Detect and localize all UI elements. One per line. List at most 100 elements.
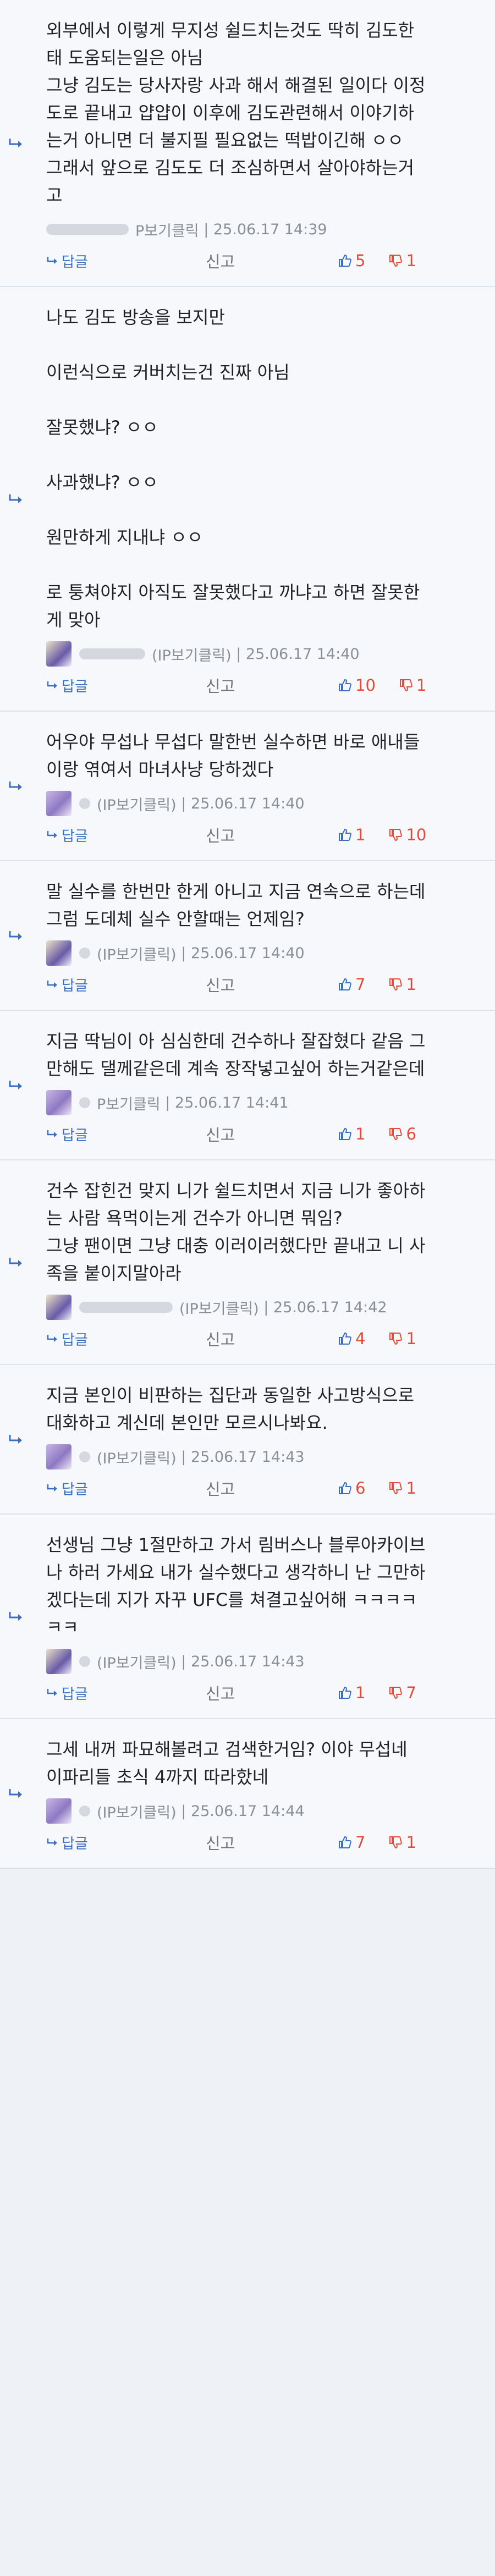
meta-separator: | <box>176 1802 191 1820</box>
meta-separator: | <box>176 944 191 962</box>
avatar[interactable] <box>46 791 72 816</box>
comment-text: 그세 내꺼 파묘해볼려고 검색한거임? 이야 무섭네 이파리들 초식 4까지 따… <box>46 1739 408 1787</box>
comment-date: 25.06.17 14:43 <box>190 1653 305 1670</box>
reply-button[interactable]: 답글 <box>46 975 206 995</box>
nickname-blurred[interactable] <box>79 1806 90 1817</box>
ip-view-link[interactable]: (IP보기클릭) <box>97 1446 177 1468</box>
comment-date: 25.06.17 14:39 <box>213 221 327 238</box>
downvote-count: 10 <box>406 825 427 844</box>
thumbs-up-icon <box>339 1836 351 1848</box>
nickname-blurred[interactable] <box>46 224 129 235</box>
comment-date: 25.06.17 14:40 <box>245 645 360 663</box>
upvote-button[interactable]: 1 <box>338 825 365 844</box>
downvote-button[interactable]: 7 <box>388 1683 416 1702</box>
comment-date: 25.06.17 14:44 <box>190 1802 305 1820</box>
reply-label: 답글 <box>62 1331 88 1348</box>
avatar[interactable] <box>46 1649 72 1674</box>
ip-view-link[interactable]: P보기클릭 <box>97 1092 161 1114</box>
report-button[interactable]: 신고 <box>206 1122 338 1146</box>
avatar[interactable] <box>46 1798 72 1824</box>
reply-button[interactable]: 답글 <box>46 825 206 845</box>
report-button[interactable]: 신고 <box>206 249 338 272</box>
nickname-blurred[interactable] <box>79 1097 90 1108</box>
downvote-button[interactable]: 1 <box>388 1479 416 1498</box>
reply-button[interactable]: 답글 <box>46 1124 206 1144</box>
reply-icon <box>47 681 57 689</box>
reply-button[interactable]: 답글 <box>46 1832 206 1853</box>
comment-actions: 답글 신고 10 1 <box>46 672 482 698</box>
upvote-button[interactable]: 5 <box>338 251 365 270</box>
ip-view-link[interactable]: (IP보기클릭) <box>152 643 232 665</box>
thumbs-up-icon <box>339 254 351 267</box>
upvote-count: 7 <box>355 1833 366 1852</box>
upvote-count: 1 <box>355 1683 366 1702</box>
downvote-button[interactable]: 1 <box>399 676 426 695</box>
comment-text: 어우야 무섭나 무섭다 말한번 실수하면 바로 애내들 이랑 엮여서 마녀사냥 … <box>46 731 420 780</box>
thumbs-up-icon <box>339 1332 351 1345</box>
report-button[interactable]: 신고 <box>206 973 338 996</box>
reply-comment: 지금 본인이 비판하는 집단과 동일한 사고방식으로 대화하고 계신데 본인만 … <box>0 1365 495 1515</box>
reply-comment: 지금 딱님이 아 심심한데 건수하나 잘잡혔다 같음 그 만해도 댈께같은데 계… <box>0 1011 495 1160</box>
avatar[interactable] <box>46 1444 72 1469</box>
avatar[interactable] <box>46 940 72 966</box>
downvote-button[interactable]: 6 <box>388 1125 416 1143</box>
reply-icon <box>47 831 57 838</box>
ip-view-link[interactable]: (IP보기클릭) <box>97 1651 177 1672</box>
reply-button[interactable]: 답글 <box>46 675 206 696</box>
nickname-blurred[interactable] <box>79 1451 90 1462</box>
nickname-blurred[interactable] <box>79 1656 90 1667</box>
thumbs-up-icon <box>339 828 351 841</box>
comment-meta: (IP보기클릭) | 25.06.17 14:40 <box>46 641 482 667</box>
downvote-button[interactable]: 1 <box>388 251 416 270</box>
ip-view-link[interactable]: (IP보기클릭) <box>97 793 177 814</box>
report-button[interactable]: 신고 <box>206 674 338 697</box>
downvote-button[interactable]: 10 <box>388 825 426 844</box>
thumbs-up-icon <box>339 1127 351 1140</box>
upvote-button[interactable]: 1 <box>338 1125 365 1143</box>
reply-icon <box>47 1130 57 1137</box>
report-button[interactable]: 신고 <box>206 1477 338 1500</box>
upvote-button[interactable]: 7 <box>338 1833 365 1852</box>
upvote-button[interactable]: 6 <box>338 1479 365 1498</box>
report-button[interactable]: 신고 <box>206 1831 338 1854</box>
nickname-blurred[interactable] <box>79 648 145 659</box>
upvote-button[interactable]: 10 <box>338 676 376 695</box>
reply-button[interactable]: 답글 <box>46 251 206 271</box>
ip-view-link[interactable]: (IP보기클릭) <box>179 1297 259 1318</box>
avatar[interactable] <box>46 1090 72 1115</box>
downvote-count: 1 <box>406 975 416 994</box>
downvote-count: 7 <box>406 1683 416 1702</box>
comment-actions: 답글 신고 6 1 <box>46 1475 482 1501</box>
ip-view-link[interactable]: P보기클릭 <box>135 219 199 240</box>
avatar[interactable] <box>46 1295 72 1320</box>
downvote-button[interactable]: 1 <box>388 975 416 994</box>
reply-arrow-icon <box>9 1081 22 1089</box>
reply-button[interactable]: 답글 <box>46 1478 206 1499</box>
ip-view-link[interactable]: (IP보기클릭) <box>97 1801 177 1822</box>
downvote-button[interactable]: 1 <box>388 1833 416 1852</box>
downvote-button[interactable]: 1 <box>388 1329 416 1348</box>
reply-button[interactable]: 답글 <box>46 1683 206 1703</box>
reply-label: 답글 <box>62 1686 88 1703</box>
reply-comment: 어우야 무섭나 무섭다 말한번 실수하면 바로 애내들 이랑 엮여서 마녀사냥 … <box>0 712 495 861</box>
reply-label: 답글 <box>62 678 88 695</box>
upvote-button[interactable]: 7 <box>338 975 365 994</box>
upvote-button[interactable]: 4 <box>338 1329 365 1348</box>
report-button[interactable]: 신고 <box>206 1327 338 1350</box>
reply-comment: 그세 내꺼 파묘해볼려고 검색한거임? 이야 무섭네 이파리들 초식 4까지 따… <box>0 1719 495 1869</box>
ip-view-link[interactable]: (IP보기클릭) <box>97 943 177 964</box>
nickname-blurred[interactable] <box>79 948 90 959</box>
upvote-button[interactable]: 1 <box>338 1683 365 1702</box>
comment-date: 25.06.17 14:41 <box>174 1094 289 1111</box>
report-button[interactable]: 신고 <box>206 1681 338 1704</box>
avatar[interactable] <box>46 641 72 667</box>
reply-arrow-icon <box>9 1612 22 1621</box>
comment-meta: (IP보기클릭) | 25.06.17 14:40 <box>46 791 482 816</box>
reply-icon <box>47 1484 57 1491</box>
reply-label: 답글 <box>62 977 88 994</box>
nickname-blurred[interactable] <box>79 1302 173 1313</box>
reply-button[interactable]: 답글 <box>46 1329 206 1349</box>
comment-meta: (IP보기클릭) | 25.06.17 14:42 <box>46 1295 482 1320</box>
report-button[interactable]: 신고 <box>206 823 338 846</box>
nickname-blurred[interactable] <box>79 798 90 809</box>
